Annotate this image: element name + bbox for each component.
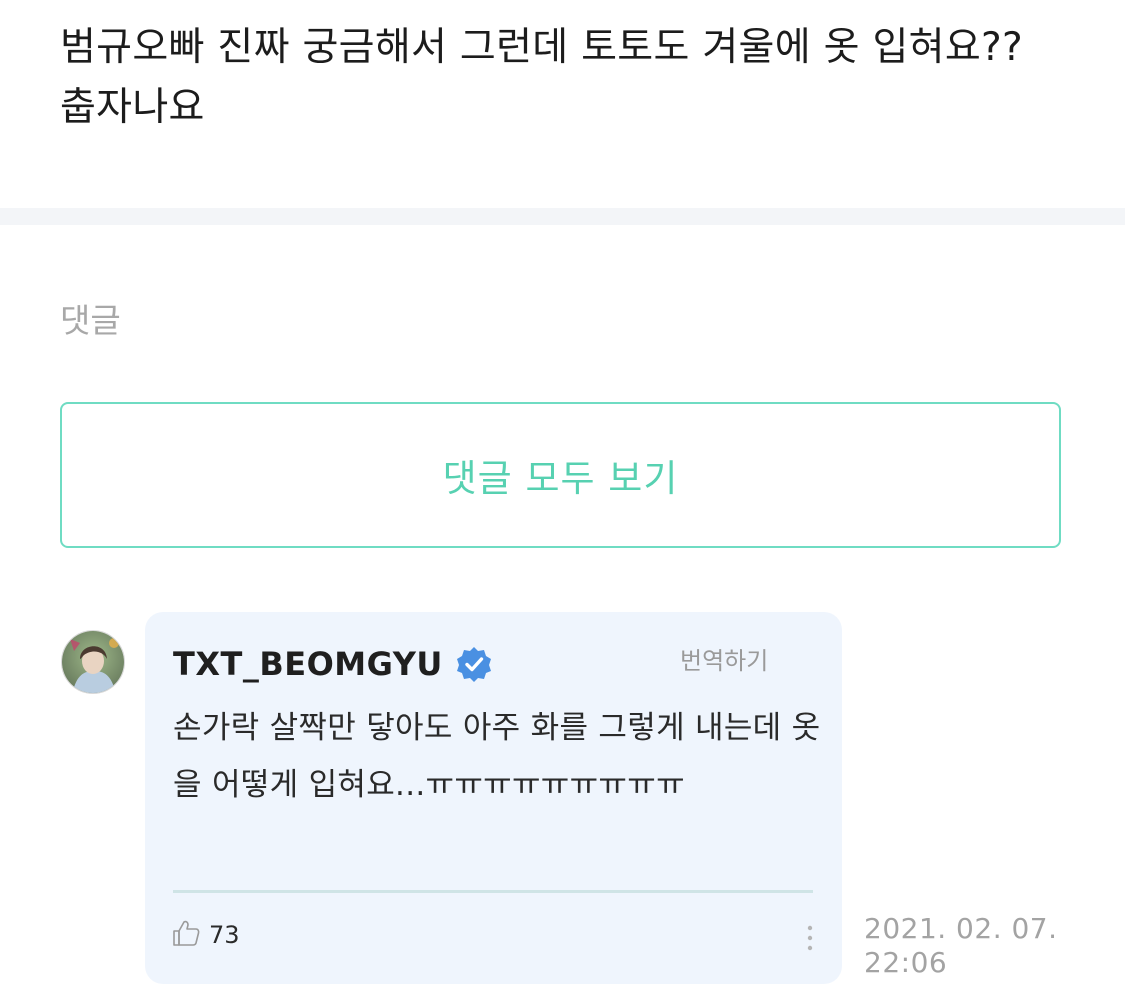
author-row: TXT_BEOMGYU — [173, 642, 493, 686]
like-count: 73 — [209, 921, 240, 949]
avatar-image — [62, 631, 124, 693]
view-all-comments-button[interactable]: 댓글 모두 보기 — [60, 402, 1061, 548]
more-vertical-icon[interactable] — [800, 918, 820, 958]
author-avatar[interactable] — [61, 630, 125, 694]
like-button[interactable]: 73 — [171, 918, 240, 952]
thumbs-up-icon — [171, 918, 201, 952]
card-divider — [173, 890, 813, 893]
reply-timestamp: 2021. 02. 07. 22:06 — [864, 912, 1058, 979]
author-name[interactable]: TXT_BEOMGYU — [173, 642, 443, 686]
reply-card: TXT_BEOMGYU 번역하기 손가락 살짝만 닿아도 아주 화를 그렇게 내… — [145, 612, 842, 984]
translate-button[interactable]: 번역하기 — [680, 644, 768, 678]
section-divider — [0, 208, 1125, 225]
post-text: 범규오빠 진짜 궁금해서 그런데 토토도 겨울에 옷 입혀요?? 춥자나요 — [60, 25, 1024, 130]
comments-label: 댓글 — [60, 301, 121, 340]
verified-badge-icon — [455, 645, 493, 683]
reply-body: 손가락 살짝만 닿아도 아주 화를 그렇게 내는데 옷을 어떻게 입혀요...ㅠ… — [173, 710, 821, 803]
